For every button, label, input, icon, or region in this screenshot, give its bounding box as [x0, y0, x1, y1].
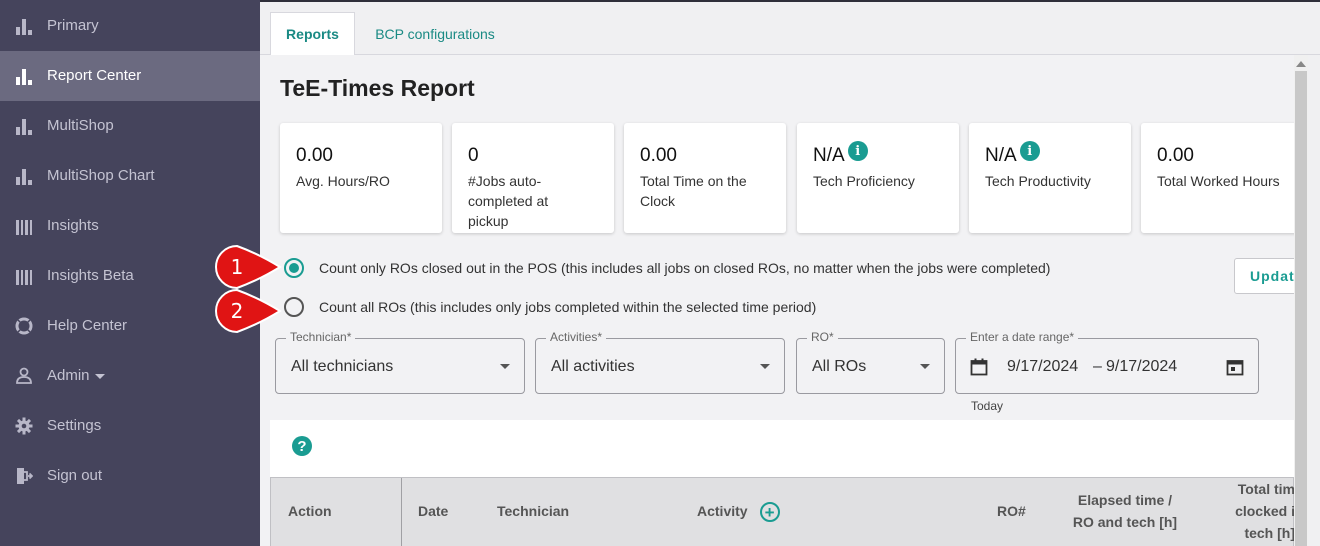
- help-icon[interactable]: ?: [292, 436, 312, 456]
- technician-select[interactable]: Technician* All technicians: [275, 330, 525, 394]
- sidebar-item-report-center[interactable]: Report Center: [0, 51, 260, 101]
- date-start[interactable]: 9/17/2024: [1007, 358, 1078, 376]
- sidebar-item-label: Report Center: [47, 67, 142, 84]
- table-header: Action Date Technician Activity + RO# Ela…: [270, 477, 1295, 546]
- info-icon[interactable]: i: [1019, 141, 1040, 161]
- sign-out-icon: [15, 467, 33, 485]
- kpi-value: N/A i: [985, 141, 1040, 167]
- bar-chart-icon: [15, 67, 33, 85]
- sidebar-item-label: MultiShop Chart: [47, 167, 155, 184]
- kpi-caption: Tech Productivity: [985, 173, 1091, 189]
- column-divider: [401, 478, 402, 546]
- tab-bar: Reports BCP configurations: [260, 2, 1320, 56]
- sidebar-item-sign-out[interactable]: Sign out: [0, 451, 260, 501]
- callout-marker-2: 2: [214, 288, 282, 334]
- kpi-value: 0.00: [640, 145, 677, 166]
- column-ro[interactable]: RO#: [997, 500, 1026, 522]
- kpi-card-tech-proficiency: N/A i Tech Proficiency: [797, 123, 959, 233]
- date-range-field[interactable]: Enter a date range* 9/17/2024 – 9/17/202…: [955, 330, 1259, 394]
- lifebuoy-icon: [15, 317, 33, 335]
- sidebar-item-label: Insights Beta: [47, 267, 134, 284]
- callout-marker-1: 1: [214, 244, 282, 290]
- sidebar-item-settings[interactable]: Settings: [0, 401, 260, 451]
- column-date[interactable]: Date: [418, 500, 448, 522]
- bar-chart-icon: [15, 117, 33, 135]
- add-column-icon[interactable]: +: [759, 502, 780, 523]
- option-label: Count all ROs (this includes only jobs c…: [319, 299, 817, 315]
- sidebar-item-label: Insights: [47, 217, 99, 234]
- kpi-caption: #Jobs auto-completed at pickup: [468, 173, 549, 229]
- column-activity[interactable]: Activity +: [697, 500, 780, 523]
- user-icon: [15, 367, 33, 385]
- kpi-caption: Avg. Hours/RO: [296, 173, 390, 189]
- ro-select[interactable]: RO* All ROs: [796, 330, 945, 394]
- kpi-caption: Tech Proficiency: [813, 173, 915, 189]
- sidebar-item-primary[interactable]: Primary: [0, 1, 260, 51]
- bar-chart-icon: [15, 167, 33, 185]
- page-title: TeE-Times Report: [280, 75, 475, 101]
- barcode-icon: [15, 267, 33, 285]
- option-label: Count only ROs closed out in the POS (th…: [319, 260, 1051, 276]
- column-total-time[interactable]: Total tim clocked i tech [h]: [1215, 478, 1295, 544]
- option-closed-ros[interactable]: Count only ROs closed out in the POS (th…: [284, 256, 1050, 280]
- sidebar-item-multishop[interactable]: MultiShop: [0, 101, 260, 151]
- kpi-card-tech-productivity: N/A i Tech Productivity: [969, 123, 1131, 233]
- dropdown-arrow-icon: [920, 364, 930, 369]
- kpi-value: N/A i: [813, 141, 868, 167]
- activities-select[interactable]: Activities* All activities: [535, 330, 785, 394]
- sidebar-item-label: Sign out: [47, 467, 103, 484]
- date-separator: –: [1093, 358, 1102, 375]
- info-icon[interactable]: i: [847, 141, 868, 161]
- field-label: Enter a date range*: [966, 330, 1079, 344]
- main-content: TeE-Times Report 0.00 Avg. Hours/RO 0 #J…: [260, 55, 1304, 546]
- dropdown-arrow-icon: [760, 364, 770, 369]
- sidebar-item-label: Admin: [47, 367, 105, 384]
- bar-chart-icon: [15, 17, 33, 35]
- gear-icon: [15, 417, 33, 435]
- field-label: Technician*: [286, 330, 356, 344]
- vertical-scrollbar[interactable]: [1294, 55, 1308, 546]
- field-label: RO*: [807, 330, 838, 344]
- callout-number: 2: [230, 299, 244, 323]
- sidebar-item-label: Primary: [47, 17, 99, 34]
- kpi-value: 0: [468, 145, 479, 166]
- dropdown-arrow-icon: [500, 364, 510, 369]
- calendar-icon[interactable]: [1226, 358, 1244, 376]
- callout-number: 1: [230, 255, 244, 279]
- sidebar-item-label: MultiShop: [47, 117, 114, 134]
- kpi-value: 0.00: [296, 145, 333, 166]
- sidebar-item-admin[interactable]: Admin: [0, 351, 260, 401]
- kpi-value: 0.00: [1157, 145, 1194, 166]
- sidebar-item-label: Settings: [47, 417, 102, 434]
- chevron-down-icon: [94, 373, 105, 379]
- column-technician[interactable]: Technician: [497, 500, 569, 522]
- column-elapsed-time[interactable]: Elapsed time / RO and tech [h]: [1065, 489, 1185, 533]
- column-action[interactable]: Action: [288, 500, 332, 522]
- kpi-caption: Total Worked Hours: [1157, 173, 1280, 189]
- field-label: Activities*: [546, 330, 607, 344]
- scroll-up-icon[interactable]: [1296, 61, 1306, 67]
- sidebar-item-label: Help Center: [47, 317, 128, 334]
- date-hint: Today: [971, 399, 1004, 413]
- scroll-thumb[interactable]: [1295, 71, 1307, 546]
- kpi-card-avg-hours: 0.00 Avg. Hours/RO: [280, 123, 442, 233]
- kpi-caption: Total Time on the Clock: [640, 173, 747, 209]
- tab-reports[interactable]: Reports: [270, 12, 355, 56]
- kpi-card-total-time-clock: 0.00 Total Time on the Clock: [624, 123, 786, 233]
- field-value: All technicians: [291, 358, 394, 375]
- barcode-icon: [15, 217, 33, 235]
- field-value: All ROs: [812, 358, 867, 375]
- kpi-card-total-worked-hours: 0.00 Total Worked Hours: [1141, 123, 1303, 233]
- report-table: ? Action Date Technician Activity + RO# E…: [270, 420, 1295, 546]
- kpi-card-jobs-auto-completed: 0 #Jobs auto-completed at pickup: [452, 123, 614, 233]
- calendar-icon[interactable]: [970, 358, 988, 376]
- tab-bcp-configurations[interactable]: BCP configurations: [360, 12, 510, 56]
- option-all-ros[interactable]: Count all ROs (this includes only jobs c…: [284, 295, 816, 319]
- sidebar-item-multishop-chart[interactable]: MultiShop Chart: [0, 151, 260, 201]
- field-value: All activities: [551, 358, 635, 375]
- date-end[interactable]: 9/17/2024: [1106, 358, 1177, 376]
